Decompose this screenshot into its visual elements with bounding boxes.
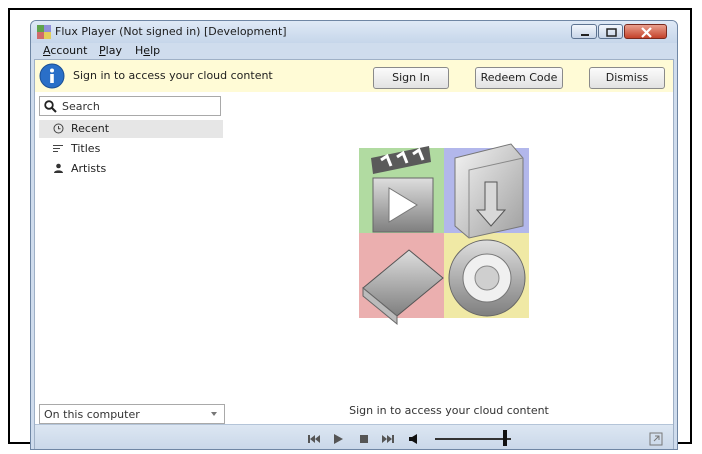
chevron-down-icon xyxy=(211,412,217,416)
volume-speaker-icon[interactable] xyxy=(407,432,421,446)
sign-in-infobar: Sign in to access your cloud content Sig… xyxy=(35,60,673,93)
sidebar-item-label: Titles xyxy=(71,142,101,155)
minimize-button[interactable] xyxy=(571,24,597,39)
stop-icon[interactable] xyxy=(357,432,371,446)
previous-track-icon[interactable] xyxy=(307,432,321,446)
menu-play[interactable]: Play xyxy=(99,44,122,57)
sidebar-item-titles[interactable]: Titles xyxy=(39,140,223,158)
list-icon xyxy=(53,145,63,152)
volume-slider-track[interactable] xyxy=(435,438,511,440)
content-area: Sign in to access your cloud content Sig… xyxy=(34,59,674,449)
location-select[interactable]: On this computer xyxy=(39,404,225,424)
app-logo-icon xyxy=(37,25,51,39)
app-window: Flux Player (Not signed in) [Development… xyxy=(30,20,678,450)
info-icon xyxy=(39,63,65,89)
minimize-icon xyxy=(581,34,589,36)
clock-icon xyxy=(53,123,64,134)
main-panel: Sign in to access your cloud content xyxy=(225,92,673,424)
maximize-button[interactable] xyxy=(598,24,623,39)
redeem-code-button[interactable]: Redeem Code xyxy=(475,67,563,89)
search-icon xyxy=(44,100,57,113)
mini-mode-icon[interactable] xyxy=(649,432,663,446)
search-placeholder: Search xyxy=(62,100,100,113)
sidebar: Search Recent Titles Artists xyxy=(35,92,226,406)
empty-state-caption: Sign in to access your cloud content xyxy=(349,404,549,417)
maximize-icon xyxy=(606,28,617,37)
close-button[interactable] xyxy=(624,24,667,39)
play-icon[interactable] xyxy=(331,432,345,446)
sign-in-button[interactable]: Sign In xyxy=(373,67,449,89)
infobar-message: Sign in to access your cloud content xyxy=(73,69,273,82)
person-icon xyxy=(54,163,63,173)
volume-slider-thumb[interactable] xyxy=(502,430,507,446)
dismiss-button[interactable]: Dismiss xyxy=(589,67,665,89)
search-input[interactable]: Search xyxy=(39,96,221,116)
title-bar: Flux Player (Not signed in) [Development… xyxy=(31,21,677,43)
sidebar-item-label: Artists xyxy=(71,162,107,175)
media-library-illustration xyxy=(359,143,529,326)
window-title: Flux Player (Not signed in) [Development… xyxy=(55,25,287,38)
menu-bar: Account Play Help xyxy=(31,43,677,59)
sidebar-item-artists[interactable]: Artists xyxy=(39,160,223,178)
menu-account[interactable]: Account xyxy=(43,44,87,57)
location-select-value: On this computer xyxy=(44,408,140,421)
playback-controls xyxy=(35,424,673,449)
next-track-icon[interactable] xyxy=(381,432,395,446)
sidebar-item-recent[interactable]: Recent xyxy=(39,120,223,138)
close-icon xyxy=(641,27,652,38)
menu-help[interactable]: Help xyxy=(135,44,160,57)
sidebar-item-label: Recent xyxy=(71,122,110,135)
